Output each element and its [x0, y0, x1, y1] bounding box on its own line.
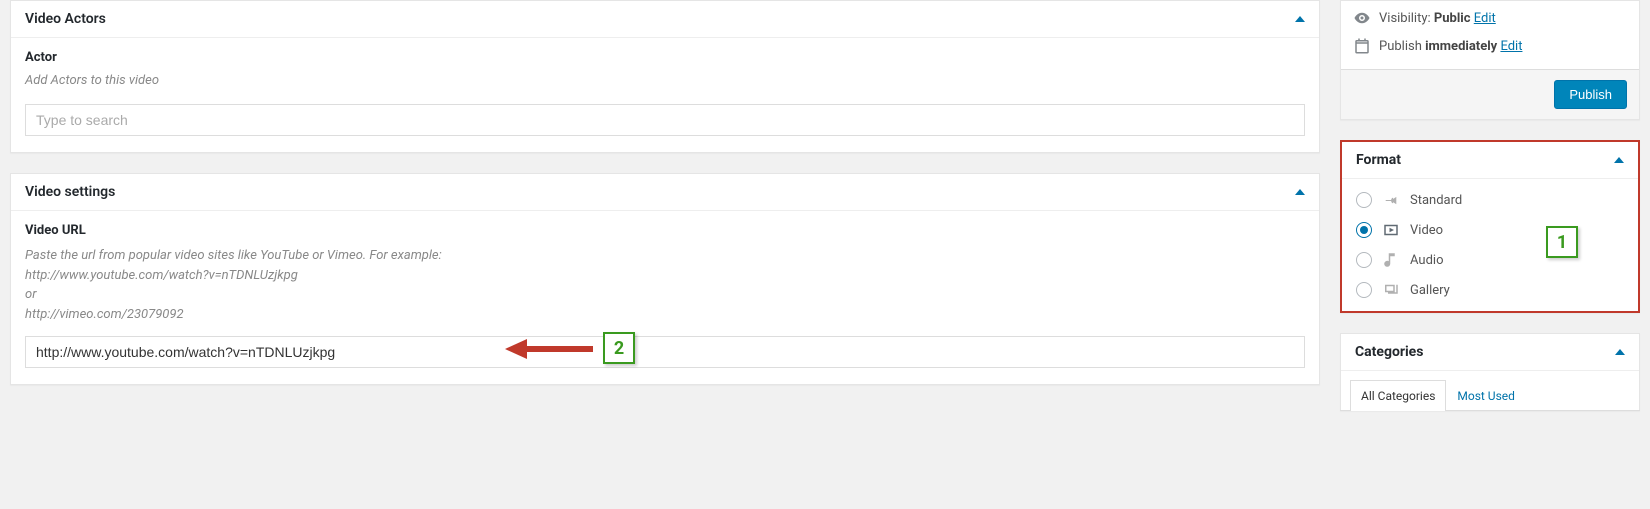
format-radio-audio[interactable]	[1356, 252, 1372, 268]
collapse-toggle[interactable]	[1614, 157, 1624, 163]
format-radio-standard[interactable]	[1356, 192, 1372, 208]
annotation-badge-2: 2	[603, 332, 635, 364]
categories-panel: Categories All Categories Most Used	[1340, 333, 1640, 411]
video-actors-title: Video Actors	[25, 11, 106, 27]
video-url-label: Video URL	[25, 223, 1305, 238]
annotation-arrow	[505, 332, 595, 366]
visibility-row: Visibility: Public Edit	[1353, 9, 1627, 27]
publish-box: Visibility: Public Edit Publish immediat…	[1340, 0, 1640, 120]
format-panel: Format Standard Video Audio	[1340, 140, 1640, 313]
actor-field-desc: Add Actors to this video	[25, 73, 1305, 88]
video-actors-panel: Video Actors Actor Add Actors to this vi…	[10, 0, 1320, 153]
publish-button[interactable]: Publish	[1554, 80, 1627, 109]
audio-icon	[1382, 251, 1400, 269]
visibility-edit-link[interactable]: Edit	[1474, 11, 1496, 26]
categories-title: Categories	[1355, 344, 1423, 360]
video-settings-panel: Video settings Video URL Paste the url f…	[10, 173, 1320, 385]
schedule-row: Publish immediately Edit	[1353, 37, 1627, 55]
video-icon	[1382, 221, 1400, 239]
pin-icon	[1382, 191, 1400, 209]
video-settings-title: Video settings	[25, 184, 115, 200]
calendar-icon	[1353, 37, 1371, 55]
video-url-input[interactable]	[25, 336, 1305, 368]
collapse-toggle[interactable]	[1295, 16, 1305, 22]
collapse-toggle[interactable]	[1295, 189, 1305, 195]
schedule-edit-link[interactable]: Edit	[1500, 39, 1522, 54]
annotation-badge-1: 1	[1546, 226, 1578, 258]
actor-field-label: Actor	[25, 50, 1305, 65]
format-option-audio[interactable]: Audio	[1342, 245, 1638, 275]
format-radio-video[interactable]	[1356, 222, 1372, 238]
collapse-toggle[interactable]	[1615, 349, 1625, 355]
format-title: Format	[1356, 152, 1401, 168]
format-option-video[interactable]: Video	[1342, 215, 1638, 245]
format-radio-gallery[interactable]	[1356, 282, 1372, 298]
actor-search-input[interactable]	[25, 104, 1305, 136]
format-option-standard[interactable]: Standard	[1342, 185, 1638, 215]
categories-tab-all[interactable]: All Categories	[1350, 380, 1446, 411]
eye-icon	[1353, 9, 1371, 27]
video-url-help: Paste the url from popular video sites l…	[25, 246, 1305, 324]
format-option-gallery[interactable]: Gallery	[1342, 275, 1638, 305]
gallery-icon	[1382, 281, 1400, 299]
categories-tab-mostused[interactable]: Most Used	[1446, 380, 1526, 411]
